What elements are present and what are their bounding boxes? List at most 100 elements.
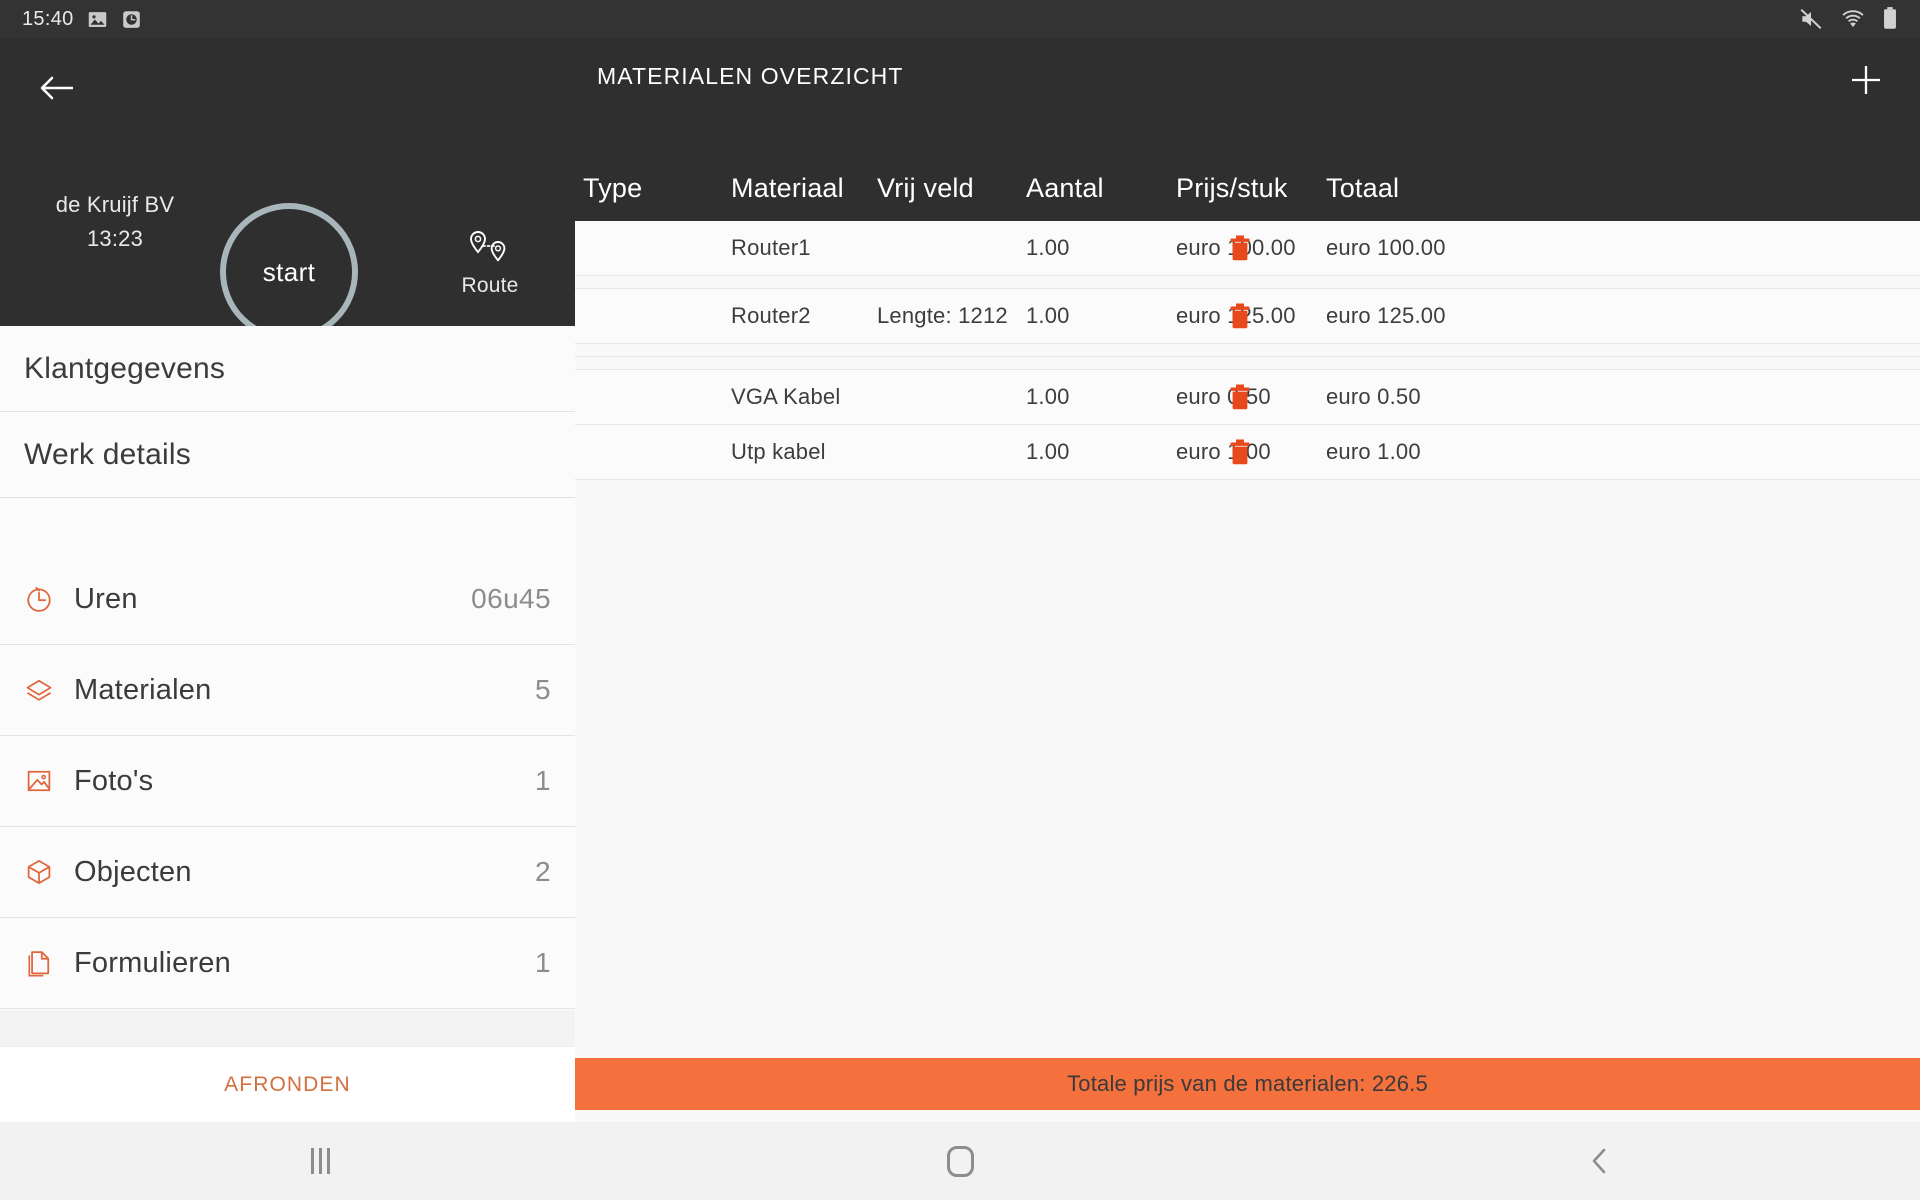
- sidebar-item-value: 5: [535, 674, 551, 705]
- route-button-label: Route: [461, 274, 519, 297]
- sidebar-item-label: Objecten: [74, 855, 192, 888]
- cell-materiaal: Router1: [731, 235, 811, 260]
- clock-icon: [24, 584, 66, 614]
- sidebar-item-value: 06u45: [471, 583, 551, 614]
- list-gap: [0, 498, 575, 554]
- layers-icon: [24, 675, 66, 705]
- start-button[interactable]: start: [220, 203, 358, 341]
- screen-record-icon: [122, 10, 140, 28]
- trash-icon: [1230, 303, 1250, 329]
- mute-icon: [1800, 8, 1822, 30]
- sidebar-item-value: 1: [535, 947, 551, 978]
- image-icon: [88, 11, 106, 27]
- table-row[interactable]: Router1 1.00 euro 100.00 euro 100.00: [575, 221, 1920, 276]
- cell-vrij-veld: Lengte: 1212: [877, 303, 1008, 328]
- trash-icon: [1230, 235, 1250, 261]
- column-header-materiaal: Materiaal: [731, 173, 844, 203]
- sidebar-item-label: Foto's: [74, 764, 154, 797]
- route-pins-icon: [470, 231, 506, 262]
- sidebar-item-formulieren[interactable]: Formulieren 1: [0, 918, 575, 1009]
- cell-totaal: euro 0.50: [1326, 384, 1421, 409]
- column-header-vrij-veld: Vrij veld: [877, 173, 974, 203]
- status-bar: 15:40: [0, 0, 1920, 38]
- arrow-left-icon: [40, 76, 73, 100]
- sidebar-item-objecten[interactable]: Objecten 2: [0, 827, 575, 918]
- table-row[interactable]: VGA Kabel 1.00 euro 0.50 euro 0.50: [575, 370, 1920, 425]
- delete-row-button[interactable]: [1220, 433, 1260, 471]
- sidebar-bottom-spacer: [0, 1010, 575, 1046]
- sidebar-item-materialen[interactable]: Materialen 5: [0, 645, 575, 736]
- nav-back-button[interactable]: [1280, 1146, 1920, 1176]
- afronden-button[interactable]: AFRONDEN: [0, 1046, 575, 1122]
- job-sidebar: de Kruijf BV 13:23 start Route Klantgege…: [0, 38, 575, 1122]
- route-button[interactable]: Route: [430, 228, 550, 298]
- sidebar-item-label: Uren: [74, 582, 138, 615]
- cube-icon: [24, 857, 66, 887]
- job-info: de Kruijf BV 13:23: [20, 188, 210, 256]
- status-bar-left: 15:40: [22, 8, 142, 31]
- column-header-aantal: Aantal: [1026, 173, 1104, 203]
- sidebar-item-value: 2: [535, 856, 551, 887]
- cell-aantal: 1.00: [1026, 235, 1070, 260]
- sidebar-item-label: Materialen: [74, 673, 212, 706]
- customer-name: de Kruijf BV: [55, 192, 175, 217]
- delete-row-button[interactable]: [1220, 297, 1260, 335]
- column-header-type: Type: [583, 173, 643, 203]
- android-nav-bar: [0, 1122, 1920, 1200]
- wifi-icon: [1842, 10, 1864, 28]
- plus-icon: [1852, 66, 1880, 94]
- job-header-panel: de Kruijf BV 13:23 start Route: [0, 38, 575, 341]
- battery-icon: [1884, 7, 1896, 29]
- job-time: 13:23: [86, 226, 144, 251]
- home-icon: [946, 1145, 974, 1177]
- afronden-button-label: AFRONDEN: [224, 1072, 351, 1096]
- delete-row-button[interactable]: [1220, 378, 1260, 416]
- status-time: 15:40: [22, 7, 74, 30]
- column-header-prijs: Prijs/stuk: [1176, 173, 1288, 203]
- trash-icon: [1230, 384, 1250, 410]
- app-root: 15:40 de Kruijf BV 13:23 start Route Kla…: [0, 0, 1920, 1200]
- cell-totaal: euro 100.00: [1326, 235, 1446, 260]
- row-separator: [575, 344, 1920, 357]
- nav-recents-button[interactable]: [0, 1148, 640, 1174]
- start-button-label: start: [262, 256, 316, 287]
- job-list: Klantgegevens Werk details Uren 06u45 Ma…: [0, 326, 575, 1122]
- sidebar-item-werk-details[interactable]: Werk details: [0, 412, 575, 498]
- table-row[interactable]: Utp kabel 1.00 euro 1.00 euro 1.00: [575, 425, 1920, 480]
- sidebar-item-fotos[interactable]: Foto's 1: [0, 736, 575, 827]
- materials-panel: MATERIALEN OVERZICHT Type Materiaal Vrij…: [575, 38, 1920, 1122]
- back-chevron-icon: [1592, 1148, 1606, 1174]
- table-row[interactable]: Router2 Lengte: 1212 1.00 euro 125.00 eu…: [575, 289, 1920, 344]
- recents-icon: [310, 1148, 330, 1174]
- back-button[interactable]: [30, 60, 86, 116]
- sidebar-item-label: Werk details: [24, 437, 191, 471]
- sidebar-item-label: Formulieren: [74, 946, 231, 979]
- sidebar-item-label: Klantgegevens: [24, 351, 226, 385]
- trash-icon: [1230, 439, 1250, 465]
- add-material-button[interactable]: [1842, 56, 1890, 104]
- cell-aantal: 1.00: [1026, 303, 1070, 328]
- cell-aantal: 1.00: [1026, 384, 1070, 409]
- row-separator: [575, 276, 1920, 289]
- cell-totaal: euro 1.00: [1326, 439, 1421, 464]
- column-header-totaal: Totaal: [1326, 173, 1400, 203]
- materials-table-body: Router1 1.00 euro 100.00 euro 100.00 Rou…: [575, 221, 1920, 1061]
- status-bar-right: [1798, 6, 1898, 32]
- sidebar-item-uren[interactable]: Uren 06u45: [0, 554, 575, 645]
- photo-icon: [24, 766, 66, 796]
- cell-materiaal: Utp kabel: [731, 439, 826, 464]
- cell-materiaal: Router2: [731, 303, 811, 328]
- file-icon: [24, 948, 66, 978]
- sidebar-item-klantgegevens[interactable]: Klantgegevens: [0, 326, 575, 412]
- row-separator: [575, 357, 1920, 370]
- cell-materiaal: VGA Kabel: [731, 384, 841, 409]
- delete-row-button[interactable]: [1220, 229, 1260, 267]
- nav-home-button[interactable]: [640, 1145, 1280, 1177]
- materials-header: MATERIALEN OVERZICHT: [575, 38, 1920, 155]
- cell-totaal: euro 125.00: [1326, 303, 1446, 328]
- cell-aantal: 1.00: [1026, 439, 1070, 464]
- materials-total-label: Totale prijs van de materialen: 226.5: [1067, 1071, 1428, 1096]
- materials-table-header: Type Materiaal Vrij veld Aantal Prijs/st…: [575, 155, 1920, 221]
- sidebar-item-value: 1: [535, 765, 551, 796]
- page-title: MATERIALEN OVERZICHT: [597, 63, 904, 89]
